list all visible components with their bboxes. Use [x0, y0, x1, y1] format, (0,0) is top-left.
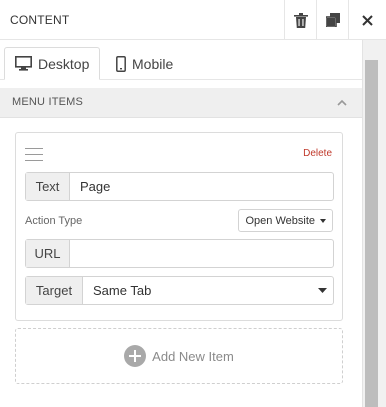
- text-field-label: Text: [26, 173, 70, 200]
- url-input[interactable]: [70, 240, 333, 267]
- target-select-value[interactable]: Same Tab: [83, 277, 311, 304]
- menu-items-section-header[interactable]: MENU ITEMS: [0, 88, 362, 118]
- delete-widget-button[interactable]: [284, 0, 316, 40]
- text-field: Text Page: [25, 172, 334, 201]
- add-new-item-button[interactable]: Add New Item: [15, 328, 343, 384]
- tab-desktop-label: Desktop: [38, 55, 90, 72]
- plus-circle-icon: [124, 345, 147, 367]
- desktop-icon: [15, 56, 32, 71]
- duplicate-widget-button[interactable]: [316, 0, 348, 40]
- add-new-item-label: Add New Item: [152, 348, 234, 364]
- action-type-label: Action Type: [25, 215, 83, 227]
- target-field-label: Target: [26, 277, 83, 304]
- target-field[interactable]: Target Same Tab: [25, 276, 334, 305]
- panel-header: CONTENT: [0, 0, 386, 40]
- text-input[interactable]: Page: [70, 173, 333, 200]
- scrollbar-thumb[interactable]: [365, 60, 378, 407]
- tab-desktop[interactable]: Desktop: [4, 47, 100, 80]
- tab-mobile[interactable]: Mobile: [112, 47, 173, 80]
- delete-item-link[interactable]: Delete: [303, 148, 332, 159]
- url-field-label: URL: [26, 240, 70, 267]
- close-icon: [362, 14, 373, 26]
- caret-down-icon[interactable]: [311, 277, 333, 304]
- copy-icon: [325, 13, 340, 27]
- trash-icon: [293, 12, 308, 28]
- chevron-up-icon[interactable]: [334, 95, 350, 111]
- menu-item-card: Delete Text Page Action Type Open Websit…: [15, 132, 343, 321]
- section-title: MENU ITEMS: [12, 96, 84, 108]
- tab-mobile-label: Mobile: [132, 55, 174, 72]
- mobile-icon: [116, 55, 126, 72]
- panel-title: CONTENT: [10, 13, 70, 27]
- caret-down-icon: [320, 218, 326, 223]
- action-type-dropdown[interactable]: Open Website: [238, 209, 333, 232]
- url-field: URL: [25, 239, 334, 268]
- device-tabs: Desktop Mobile: [0, 40, 362, 80]
- drag-handle-icon[interactable]: [25, 148, 43, 164]
- close-panel-button[interactable]: [348, 0, 386, 40]
- action-type-value: Open Website: [245, 214, 315, 227]
